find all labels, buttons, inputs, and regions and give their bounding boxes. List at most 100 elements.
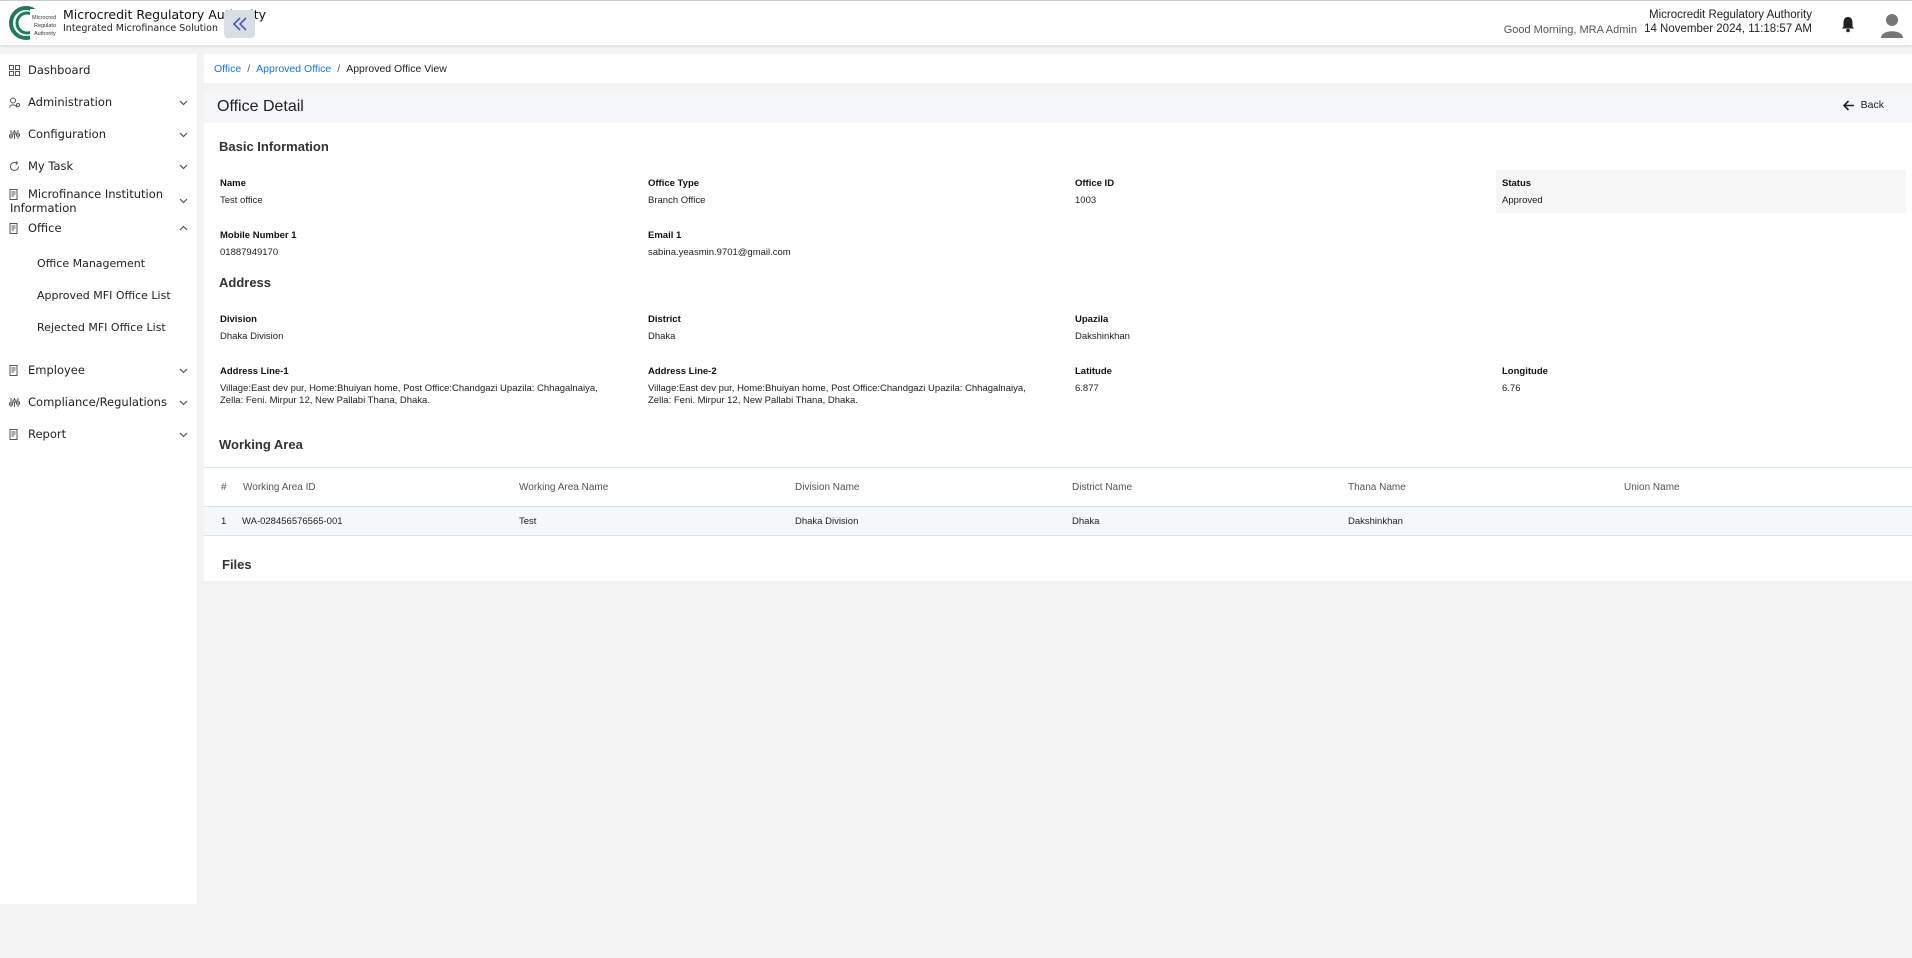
table-header-row: # Working Area ID Working Area Name Divi… <box>204 467 1912 507</box>
page-header: Office Detail Back <box>204 91 1912 123</box>
sidebar-item-label: Dashboard <box>28 63 91 77</box>
chevron-down-icon <box>179 432 188 437</box>
sidebar-item-dashboard[interactable]: Dashboard <box>0 58 197 82</box>
working-area-title: Working Area <box>219 437 303 452</box>
sidebar-subitem-office-management[interactable]: Office Management <box>37 257 145 270</box>
breadcrumb-office-link[interactable]: Office <box>214 63 241 75</box>
document-icon <box>9 364 18 376</box>
top-header: Microcredit Regulatory Authority Microcr… <box>0 0 1912 45</box>
sidebar-item-employee[interactable]: Employee <box>0 358 197 382</box>
field-label: District <box>648 314 681 325</box>
user-avatar[interactable] <box>1880 12 1904 38</box>
sidebar-item-administration[interactable]: Administration <box>0 90 197 114</box>
back-button[interactable]: Back <box>1842 99 1884 111</box>
breadcrumb-current: Approved Office View <box>346 62 447 75</box>
field-name: Name Test office <box>220 178 263 207</box>
field-label: Upazila <box>1075 314 1109 325</box>
sidebar-item-label: Employee <box>28 363 85 377</box>
field-upazila: Upazila Dakshinkhan <box>1075 314 1130 343</box>
sidebar-item-mfi-information[interactable]: Microfinance Institution Information <box>0 186 197 216</box>
field-label: Address Line-1 <box>220 366 289 377</box>
breadcrumb: Office / Approved Office / Approved Offi… <box>204 54 1912 83</box>
sidebar-subitem-approved-mfi-office-list[interactable]: Approved MFI Office List <box>37 289 171 302</box>
column-header: Division Name <box>795 482 860 493</box>
field-value: Dhaka Division <box>220 331 284 342</box>
field-value: Branch Office <box>648 195 706 206</box>
sidebar-item-compliance-regulations[interactable]: Compliance/Regulations <box>0 390 197 414</box>
table-cell: Dhaka Division <box>795 516 859 527</box>
mra-logo: Microcredit Regulatory Authority <box>9 6 56 40</box>
breadcrumb-approved-office-link[interactable]: Approved Office <box>256 63 331 75</box>
org-name: Microcredit Regulatory Authority <box>1649 9 1812 21</box>
refresh-icon <box>10 160 19 171</box>
field-label: Division <box>220 314 257 325</box>
double-chevron-left-icon <box>232 17 247 31</box>
sidebar-item-my-task[interactable]: My Task <box>0 154 197 178</box>
logo-text-1: Microcredit <box>32 15 56 21</box>
field-label: Email 1 <box>648 230 682 241</box>
sidebar-item-report[interactable]: Report <box>0 422 197 446</box>
field-value: 01887949170 <box>220 247 279 258</box>
field-value: 6.877 <box>1075 383 1099 394</box>
address-title: Address <box>219 275 272 290</box>
field-district: District Dhaka <box>648 314 681 343</box>
field-status: Status Approved <box>1502 178 1543 207</box>
column-header: Working Area ID <box>243 482 316 493</box>
breadcrumb-separator: / <box>247 62 251 75</box>
field-label: Latitude <box>1075 366 1112 377</box>
field-value: Test office <box>220 195 263 206</box>
chevron-down-icon <box>179 198 188 204</box>
sidebar-subitem-rejected-mfi-office-list[interactable]: Rejected MFI Office List <box>37 321 166 334</box>
field-value: sabina.yeasmin.9701@gmail.com <box>648 247 791 258</box>
sidebar-item-label: Report <box>28 427 67 441</box>
basic-information-title: Basic Information <box>219 139 329 154</box>
sliders-icon <box>9 129 20 139</box>
sliders-icon <box>9 397 20 407</box>
table-cell: Dhaka <box>1072 516 1100 527</box>
status-field-background <box>1496 170 1906 213</box>
field-label: Longitude <box>1502 366 1548 377</box>
field-office-id: Office ID 1003 <box>1075 178 1114 207</box>
working-area-table: # Working Area ID Working Area Name Divi… <box>204 467 1912 536</box>
chevron-down-icon <box>179 132 188 137</box>
sidebar-item-label: Compliance/Regulations <box>28 395 167 409</box>
chevron-down-icon <box>179 164 188 169</box>
sidebar-item-label: Configuration <box>28 127 106 141</box>
field-value: Dhaka <box>648 331 676 342</box>
grid-icon <box>9 64 20 76</box>
sidebar-item-label: Office <box>28 221 62 235</box>
field-latitude: Latitude 6.877 <box>1075 366 1112 395</box>
bell-icon[interactable] <box>1840 15 1856 33</box>
field-office-type: Office Type Branch Office <box>648 178 705 207</box>
sidebar-item-configuration[interactable]: Configuration <box>0 122 197 146</box>
sidebar-item-label: Microfinance Institution <box>28 187 164 201</box>
arrow-left-icon <box>1842 99 1854 111</box>
current-datetime: 14 November 2024, 11:18:57 AM <box>1644 23 1812 35</box>
field-longitude: Longitude 6.76 <box>1502 366 1548 395</box>
field-mobile-number: Mobile Number 1 01887949170 <box>220 230 297 259</box>
field-label: Name <box>220 178 246 189</box>
field-label: Mobile Number 1 <box>220 230 297 241</box>
logo-text-3: Authority <box>34 31 56 37</box>
field-label: Status <box>1502 178 1532 189</box>
page-title: Office Detail <box>217 98 304 115</box>
field-label: Address Line-2 <box>648 366 717 377</box>
sidebar-item-label: My Task <box>28 159 74 173</box>
field-value: 6.76 <box>1502 383 1521 394</box>
chevron-down-icon <box>179 400 188 405</box>
greeting-text: Good Morning, MRA Admin <box>1503 24 1637 36</box>
sidebar-item-label-line2: Information <box>10 201 77 215</box>
back-button-label: Back <box>1860 99 1884 111</box>
collapse-sidebar-button[interactable] <box>224 10 255 38</box>
table-row: 1 WA-028456576565-001 Test Dhaka Divisio… <box>204 507 1912 536</box>
field-value: Village:East dev pur, Home:Bhuiyan home,… <box>648 383 1026 406</box>
table-cell: Dakshinkhan <box>1348 516 1403 527</box>
chevron-down-icon <box>179 100 188 105</box>
field-value: Dakshinkhan <box>1075 331 1130 342</box>
brand-subtitle: Integrated Microfinance Solution <box>63 23 218 34</box>
logo-text-2: Regulatory <box>34 23 56 29</box>
breadcrumb-separator: / <box>337 62 341 75</box>
sidebar-item-label: Administration <box>28 95 113 109</box>
field-label: Office ID <box>1075 178 1115 189</box>
sidebar-item-office[interactable]: Office <box>0 216 197 240</box>
